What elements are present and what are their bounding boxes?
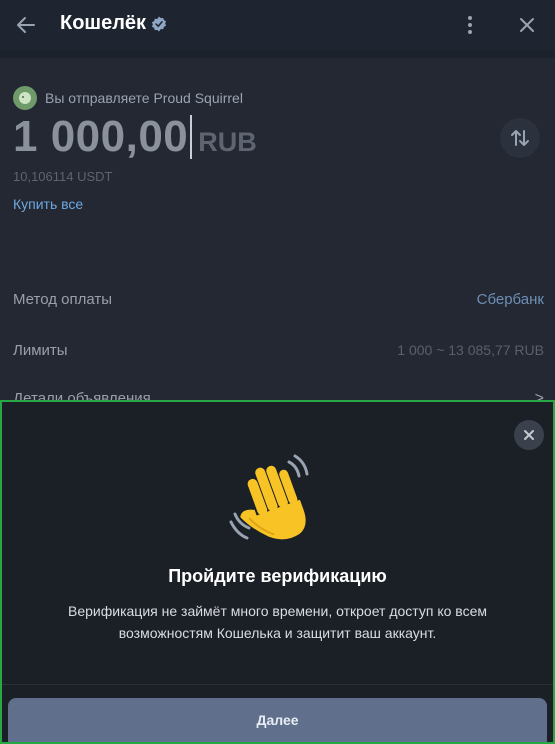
arrow-left-icon[interactable] [14, 13, 38, 37]
divider [2, 684, 553, 685]
sheet-description: Верификация не займёт много времени, отк… [68, 603, 487, 641]
verification-sheet: Пройдите верификацию Верификация не займ… [0, 400, 555, 744]
swap-button[interactable] [500, 118, 540, 158]
app-header: Кошелёк [0, 0, 555, 50]
converted-amount: 10,106114 USDT [13, 169, 113, 184]
more-vertical-icon[interactable] [461, 14, 479, 36]
buy-all-link[interactable]: Купить все [13, 196, 83, 212]
close-icon [524, 430, 534, 440]
recipient-text: Вы отправляете Proud Squirrel [45, 90, 243, 106]
limits-row: Лимиты 1 000 ~ 13 085,77 RUB [13, 342, 544, 359]
currency-label: RUB [198, 127, 257, 157]
page-title: Кошелёк [60, 12, 168, 35]
page-title-text: Кошелёк [60, 12, 147, 34]
waving-hand-icon [229, 454, 309, 540]
squirrel-icon [19, 92, 31, 104]
next-button[interactable]: Далее [8, 698, 547, 742]
swap-arrows-icon [511, 130, 529, 146]
sheet-close-button[interactable] [514, 420, 544, 450]
payment-method-value[interactable]: Сбербанк [477, 291, 544, 308]
amount-input[interactable]: 1 000,00 RUB [13, 112, 257, 162]
payment-method-row[interactable]: Метод оплаты Сбербанк [13, 291, 544, 308]
limits-label: Лимиты [13, 342, 68, 359]
payment-method-label: Метод оплаты [13, 291, 113, 308]
recipient-line: Вы отправляете Proud Squirrel [13, 86, 243, 110]
avatar [13, 86, 37, 110]
limits-value: 1 000 ~ 13 085,77 RUB [397, 342, 544, 358]
amount-value[interactable]: 1 000,00 [13, 112, 188, 162]
verified-badge-icon [152, 16, 167, 31]
close-icon[interactable] [517, 15, 537, 35]
sheet-title: Пройдите верификацию [168, 566, 387, 586]
text-caret [190, 115, 193, 159]
